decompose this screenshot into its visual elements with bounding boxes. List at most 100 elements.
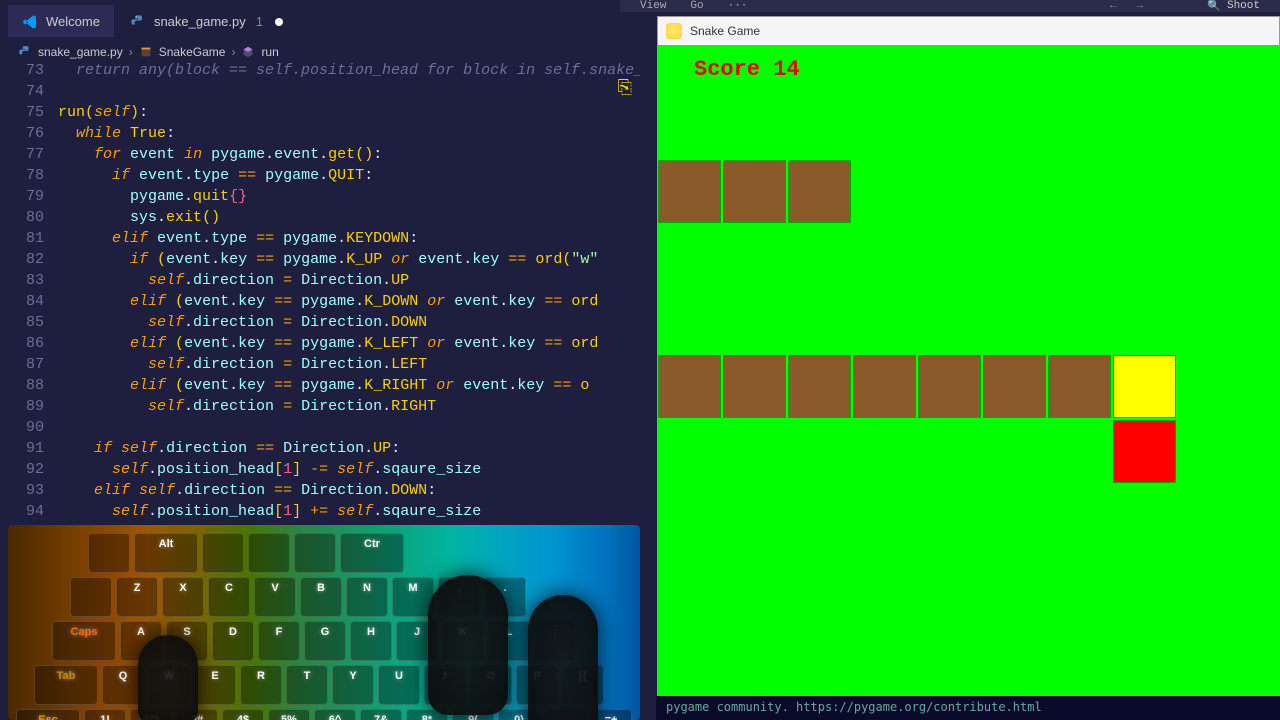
line-number: 94 xyxy=(0,501,58,522)
code-line[interactable]: 75run(self): xyxy=(0,102,640,123)
code-line[interactable]: 94 self.position_head[1] += self.sqaure_… xyxy=(0,501,640,522)
score-text: Score 14 xyxy=(694,57,800,82)
line-number: 77 xyxy=(0,144,58,165)
chevron-right-icon: › xyxy=(129,45,133,59)
keyboard-key: 6^ xyxy=(314,709,356,720)
keyboard-key: Esc xyxy=(16,709,80,720)
sticky-scroll-icon[interactable]: ⎘ xyxy=(618,78,632,99)
line-number: 83 xyxy=(0,270,58,291)
line-number: 93 xyxy=(0,480,58,501)
breadcrumb-file[interactable]: snake_game.py xyxy=(38,45,123,59)
method-icon xyxy=(241,45,255,59)
keyboard-camera: AltCtrZXCVBNM,.CapsASDFGHJKL;TabQWERTYUI… xyxy=(8,525,640,720)
code-line[interactable]: 85 self.direction = Direction.DOWN xyxy=(0,312,640,333)
line-number: 73 xyxy=(0,60,58,81)
menu-view[interactable]: View xyxy=(640,0,666,12)
line-number: 76 xyxy=(0,123,58,144)
menu-more[interactable]: ··· xyxy=(728,0,748,12)
code-line[interactable]: 77 for event in pygame.event.get(): xyxy=(0,144,640,165)
code-line[interactable]: 74 xyxy=(0,81,640,102)
code-line[interactable]: 92 self.position_head[1] -= self.sqaure_… xyxy=(0,459,640,480)
keyboard-key: Y xyxy=(332,665,374,705)
keyboard-key: V xyxy=(254,577,296,617)
nav-back-icon[interactable]: ← xyxy=(1110,0,1117,12)
keyboard-key: 1! xyxy=(84,709,126,720)
nav-fwd-icon[interactable]: → xyxy=(1137,0,1144,12)
code-line[interactable]: 89 self.direction = Direction.RIGHT xyxy=(0,396,640,417)
keyboard-key: B xyxy=(300,577,342,617)
keyboard-key: Caps xyxy=(52,621,116,661)
keyboard-key xyxy=(294,533,336,573)
line-number: 91 xyxy=(0,438,58,459)
line-number: 86 xyxy=(0,333,58,354)
keyboard-key: Ctr xyxy=(340,533,404,573)
top-menu: View Go ··· ← → 🔍 Shoot xyxy=(620,0,1280,12)
shoot-action[interactable]: 🔍 Shoot xyxy=(1207,0,1260,13)
tab-number: 1 xyxy=(256,14,263,29)
terminal-output: pygame community. https://pygame.org/con… xyxy=(656,696,1280,720)
pygame-window: Snake Game Score 14 xyxy=(657,16,1280,698)
keyboard-key: H xyxy=(350,621,392,661)
window-title: Snake Game xyxy=(690,24,760,38)
keyboard-key: F xyxy=(258,621,300,661)
code-line[interactable]: 90 xyxy=(0,417,640,438)
tab-welcome[interactable]: Welcome xyxy=(8,5,114,37)
line-number: 82 xyxy=(0,249,58,270)
editor-tabs: Welcome snake_game.py 1 xyxy=(8,5,297,37)
keyboard-key: X xyxy=(162,577,204,617)
code-line[interactable]: 91 if self.direction == Direction.UP: xyxy=(0,438,640,459)
line-number: 79 xyxy=(0,186,58,207)
line-number: 78 xyxy=(0,165,58,186)
tab-label: Welcome xyxy=(46,14,100,29)
code-line[interactable]: 88 elif (event.key == pygame.K_RIGHT or … xyxy=(0,375,640,396)
keyboard-key: N xyxy=(346,577,388,617)
breadcrumb-method[interactable]: run xyxy=(261,45,278,59)
keyboard-key: U xyxy=(378,665,420,705)
python-icon xyxy=(130,14,146,30)
code-line[interactable]: 80 sys.exit() xyxy=(0,207,640,228)
line-number: 92 xyxy=(0,459,58,480)
keyboard-key: G xyxy=(304,621,346,661)
keyboard-key xyxy=(70,577,112,617)
code-line[interactable]: 87 self.direction = Direction.LEFT xyxy=(0,354,640,375)
snake-segment xyxy=(788,160,851,223)
snake-segment xyxy=(658,355,721,418)
window-titlebar[interactable]: Snake Game xyxy=(658,17,1279,45)
line-number: 74 xyxy=(0,81,58,102)
snake-segment xyxy=(983,355,1046,418)
menu-go[interactable]: Go xyxy=(690,0,703,12)
code-line[interactable]: 86 elif (event.key == pygame.K_LEFT or e… xyxy=(0,333,640,354)
snake-segment xyxy=(918,355,981,418)
breadcrumb-class[interactable]: SnakeGame xyxy=(159,45,226,59)
class-icon xyxy=(139,45,153,59)
code-line[interactable]: 79 pygame.quit{} xyxy=(0,186,640,207)
pygame-icon xyxy=(666,23,682,39)
keyboard-key: 5% xyxy=(268,709,310,720)
food-block xyxy=(1113,420,1176,483)
line-number: 89 xyxy=(0,396,58,417)
hand-overlay xyxy=(428,575,508,715)
code-line[interactable]: 82 if (event.key == pygame.K_UP or event… xyxy=(0,249,640,270)
keyboard-key xyxy=(202,533,244,573)
keyboard-key: 7& xyxy=(360,709,402,720)
code-line[interactable]: 81 elif event.type == pygame.KEYDOWN: xyxy=(0,228,640,249)
line-number: 85 xyxy=(0,312,58,333)
game-canvas[interactable]: Score 14 xyxy=(658,45,1279,697)
code-line[interactable]: 84 elif (event.key == pygame.K_DOWN or e… xyxy=(0,291,640,312)
code-line[interactable]: 83 self.direction = Direction.UP xyxy=(0,270,640,291)
code-line[interactable]: 73 return any(block == self.position_hea… xyxy=(0,60,640,81)
line-number: 87 xyxy=(0,354,58,375)
line-number: 81 xyxy=(0,228,58,249)
code-line[interactable]: 93 elif self.direction == Direction.DOWN… xyxy=(0,480,640,501)
code-line[interactable]: 76 while True: xyxy=(0,123,640,144)
keyboard-key: Z xyxy=(116,577,158,617)
keyboard-key: 4$ xyxy=(222,709,264,720)
search-icon: 🔍 xyxy=(1207,0,1221,13)
snake-head xyxy=(1113,355,1176,418)
vscode-icon xyxy=(22,14,38,30)
keyboard-key xyxy=(248,533,290,573)
tab-snake-game[interactable]: snake_game.py 1 xyxy=(116,5,297,37)
line-number: 80 xyxy=(0,207,58,228)
keyboard-key: Tab xyxy=(34,665,98,705)
code-line[interactable]: 78 if event.type == pygame.QUIT: xyxy=(0,165,640,186)
